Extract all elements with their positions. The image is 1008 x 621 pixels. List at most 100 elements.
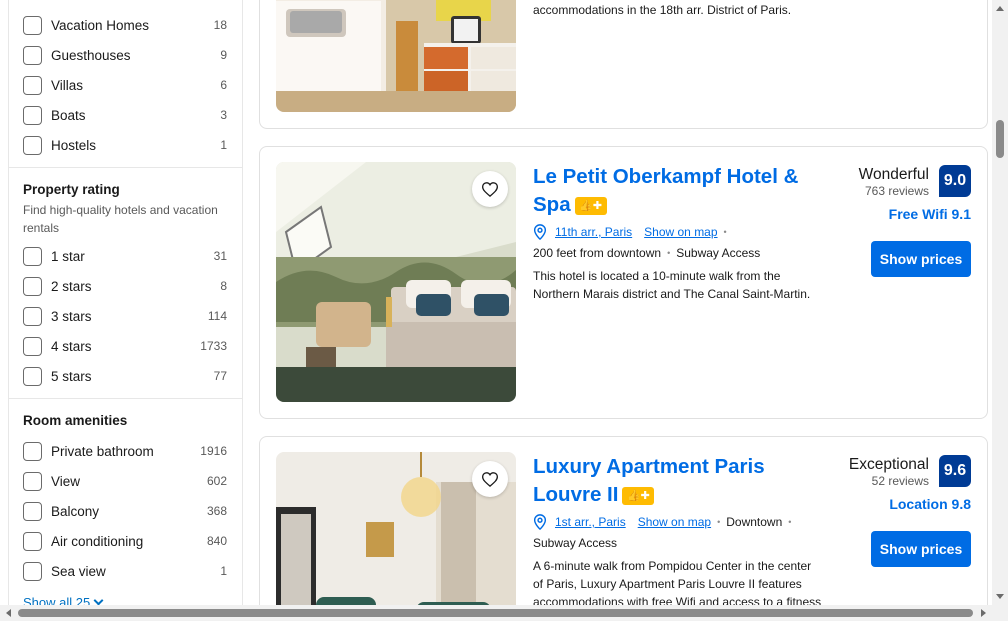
filter-balcony[interactable]: Balcony 368	[23, 500, 227, 522]
filter-count: 8	[220, 279, 227, 293]
filter-count: 31	[213, 249, 227, 263]
review-summary[interactable]: Exceptional 52 reviews	[849, 456, 929, 488]
checkbox[interactable]	[23, 276, 42, 296]
vertical-scrollbar[interactable]	[992, 0, 1008, 605]
filter-3-stars[interactable]: 3 stars 114	[23, 305, 227, 327]
area-link[interactable]: 1st arr., Paris	[555, 515, 626, 529]
checkbox[interactable]	[23, 336, 42, 356]
review-count: 763 reviews	[864, 184, 929, 198]
horizontal-scroll-thumb[interactable]	[18, 609, 973, 617]
heart-icon	[482, 181, 498, 197]
vertical-scroll-thumb[interactable]	[996, 120, 1004, 158]
filter-count: 114	[207, 309, 227, 323]
separator-dot: •	[667, 248, 671, 258]
show-prices-button[interactable]: Show prices	[871, 241, 971, 277]
show-on-map-link[interactable]: Show on map	[644, 225, 717, 239]
save-favorite-button[interactable]	[472, 171, 508, 207]
property-card: Le Petit Oberkampf Hotel & Spa 👍✚ 11th ar…	[259, 146, 988, 419]
transit-line: Subway Access	[533, 536, 617, 550]
checkbox[interactable]	[23, 105, 42, 125]
separator-dot: •	[717, 517, 721, 527]
area-link[interactable]: 11th arr., Paris	[555, 225, 632, 239]
rating-word: Wonderful	[858, 166, 929, 183]
scroll-right-icon[interactable]	[978, 605, 990, 621]
property-photo[interactable]	[276, 162, 516, 402]
checkbox[interactable]	[23, 471, 42, 491]
filter-label: Hostels	[51, 137, 97, 153]
filter-sea-view[interactable]: Sea view 1	[23, 560, 227, 582]
filter-label: 4 stars	[51, 338, 92, 354]
filter-vacation-homes[interactable]: Vacation Homes 18	[23, 14, 227, 36]
filter-label: 3 stars	[51, 308, 92, 324]
transit-text: Subway Access	[676, 246, 761, 260]
scroll-down-icon[interactable]	[992, 591, 1008, 603]
filter-label: Sea view	[51, 563, 106, 579]
property-title-link[interactable]: Le Petit Oberkampf Hotel & Spa 👍✚	[533, 163, 818, 219]
filter-boats[interactable]: Boats 3	[23, 104, 227, 126]
sub-score: Location 9.8	[889, 496, 971, 512]
location-line: 11th arr., Paris Show on map •	[533, 224, 733, 240]
checkbox[interactable]	[23, 366, 42, 386]
horizontal-scrollbar[interactable]	[0, 605, 1008, 621]
filter-villas[interactable]: Villas 6	[23, 74, 227, 96]
filter-4-stars[interactable]: 4 stars 1733	[23, 335, 227, 357]
sub-score: Free Wifi 9.1	[888, 206, 971, 222]
location-line: 1st arr., Paris Show on map • Downtown •	[533, 514, 797, 530]
save-favorite-button[interactable]	[472, 461, 508, 497]
filter-guesthouses[interactable]: Guesthouses 9	[23, 44, 227, 66]
checkbox[interactable]	[23, 135, 42, 155]
scroll-left-icon[interactable]	[2, 605, 14, 621]
checkbox[interactable]	[23, 306, 42, 326]
hotel-room-image	[276, 0, 516, 112]
checkbox[interactable]	[23, 75, 42, 95]
filter-count: 840	[206, 534, 227, 548]
filter-count: 1916	[200, 444, 227, 458]
property-card: Luxury Apartment Paris Louvre II 👍✚ 1st a…	[259, 436, 988, 621]
property-card: Montmartre - ApartHotel provides 4-star …	[259, 0, 988, 129]
property-rating-subtitle: Find high-quality hotels and vacation re…	[23, 203, 218, 235]
separator-dot: •	[723, 227, 727, 237]
filter-count: 18	[213, 18, 227, 32]
checkbox[interactable]	[23, 561, 42, 581]
filter-private-bathroom[interactable]: Private bathroom 1916	[23, 440, 227, 462]
filter-label: Villas	[51, 77, 84, 93]
filter-label: 1 star	[51, 248, 85, 264]
checkbox[interactable]	[23, 246, 42, 266]
filter-label: Balcony	[51, 503, 100, 519]
property-description: A 6-minute walk from Pompidou Center in …	[533, 559, 822, 609]
property-photo[interactable]	[276, 0, 516, 112]
checkbox[interactable]	[23, 45, 42, 65]
filter-count: 1	[220, 138, 227, 152]
property-description: Montmartre - ApartHotel provides 4-star …	[533, 3, 792, 17]
property-title: Le Petit Oberkampf Hotel & Spa	[533, 165, 799, 216]
filter-hostels[interactable]: Hostels 1	[23, 134, 227, 156]
property-rating-title: Property rating	[23, 182, 120, 197]
review-count: 52 reviews	[871, 474, 929, 488]
scroll-up-icon[interactable]	[992, 2, 1008, 14]
filter-1-star[interactable]: 1 star 31	[23, 245, 227, 267]
property-title-link[interactable]: Luxury Apartment Paris Louvre II 👍✚	[533, 453, 793, 509]
checkbox[interactable]	[23, 15, 42, 35]
review-score-badge[interactable]: 9.6	[939, 455, 971, 487]
checkbox[interactable]	[23, 501, 42, 521]
filter-count: 602	[206, 474, 227, 488]
show-on-map-link[interactable]: Show on map	[638, 515, 711, 529]
property-photo[interactable]	[276, 452, 516, 621]
transit-text: Subway Access	[533, 536, 618, 550]
review-summary[interactable]: Wonderful 763 reviews	[859, 166, 929, 198]
filter-air-conditioning[interactable]: Air conditioning 840	[23, 530, 227, 552]
filter-2-stars[interactable]: 2 stars 8	[23, 275, 227, 297]
preferred-badge-icon: 👍✚	[622, 487, 655, 505]
distance-text: 200 feet from downtown	[533, 246, 662, 260]
filter-view[interactable]: View 602	[23, 470, 227, 492]
checkbox[interactable]	[23, 441, 42, 461]
filter-label: Vacation Homes	[51, 17, 150, 33]
divider	[9, 398, 242, 399]
map-pin-icon	[533, 224, 547, 240]
filter-count: 77	[213, 369, 227, 383]
checkbox[interactable]	[23, 531, 42, 551]
filter-5-stars[interactable]: 5 stars 77	[23, 365, 227, 387]
review-score-badge[interactable]: 9.0	[939, 165, 971, 197]
show-prices-button[interactable]: Show prices	[871, 531, 971, 567]
filter-count: 9	[220, 48, 227, 62]
